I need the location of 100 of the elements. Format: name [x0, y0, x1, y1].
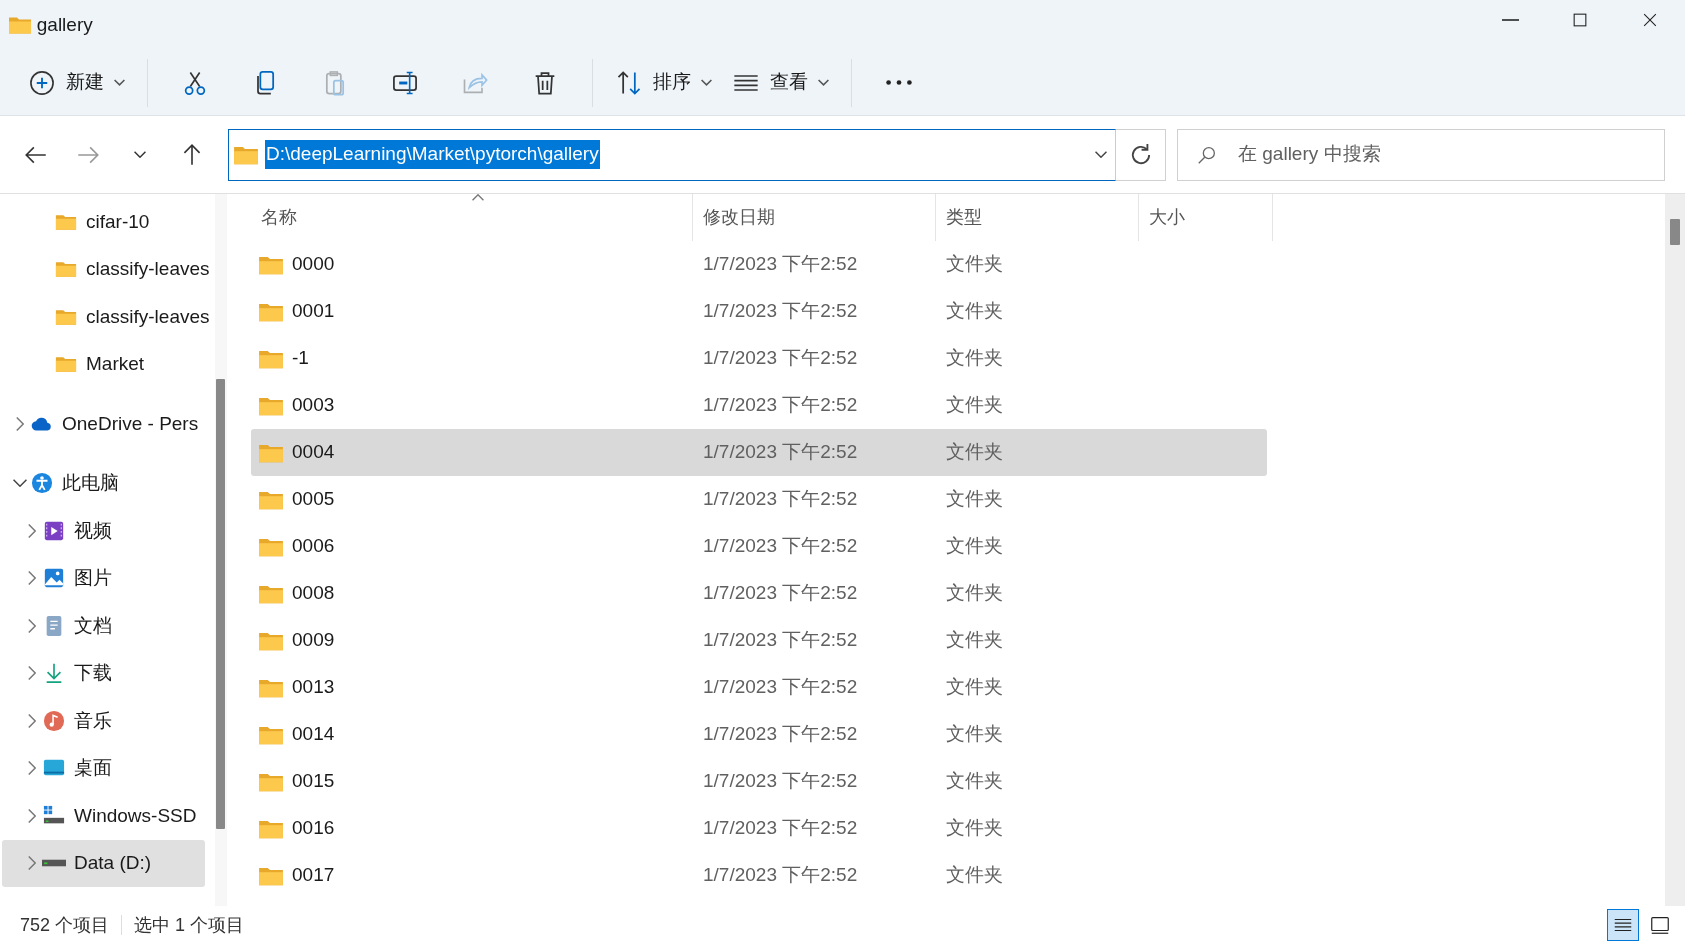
selection-count: 选中 1 个项目 — [134, 913, 245, 937]
chevron-right-icon — [28, 666, 36, 681]
item-count: 752 个项目 — [20, 913, 110, 937]
file-type: 文件夹 — [946, 582, 1003, 604]
file-row[interactable]: -1 1/7/2023 下午2:52 文件夹 — [251, 335, 1267, 382]
file-row[interactable]: 0008 1/7/2023 下午2:52 文件夹 — [251, 570, 1267, 617]
file-type: 文件夹 — [946, 300, 1003, 322]
file-row[interactable]: 0006 1/7/2023 下午2:52 文件夹 — [251, 523, 1267, 570]
sidebar-item[interactable]: 图片 — [2, 554, 205, 602]
view-button[interactable]: 查看 — [722, 60, 839, 105]
address-bar[interactable]: D:\deepLearning\Market\pytorch\gallery — [228, 128, 1116, 181]
sidebar-item[interactable]: 视频 — [2, 507, 205, 555]
video-icon — [42, 519, 66, 542]
file-name: 0016 — [292, 816, 335, 841]
file-name: 0015 — [292, 769, 335, 794]
plus-circle-icon — [28, 68, 56, 97]
file-type: 文件夹 — [946, 535, 1003, 557]
chevron-down-icon — [13, 479, 27, 488]
chevron-right-icon — [28, 523, 36, 538]
file-name: 0017 — [292, 863, 335, 888]
file-row[interactable]: 0003 1/7/2023 下午2:52 文件夹 — [251, 382, 1267, 429]
scrollbar-thumb[interactable] — [216, 379, 225, 829]
more-icon — [886, 80, 912, 85]
caret-icon — [701, 79, 712, 86]
sidebar-item[interactable]: Market — [2, 340, 205, 388]
scrollbar[interactable] — [1665, 194, 1685, 906]
modified-date: 1/7/2023 下午2:52 — [703, 817, 858, 839]
sidebar-item[interactable]: 桌面 — [2, 744, 205, 792]
scrollbar[interactable] — [215, 194, 227, 906]
sidebar-item[interactable]: 下载 — [2, 649, 205, 697]
file-name: 0006 — [292, 534, 335, 559]
picture-icon — [42, 567, 66, 590]
file-name: 0000 — [292, 252, 335, 277]
details-view-button[interactable] — [1606, 909, 1639, 941]
file-name: 0004 — [292, 440, 335, 465]
file-type: 文件夹 — [946, 441, 1003, 463]
sidebar-item[interactable]: OneDrive - Pers — [2, 400, 205, 448]
file-type: 文件夹 — [946, 347, 1003, 369]
sidebar-item[interactable]: Windows-SSD — [2, 792, 205, 840]
caret-icon — [114, 79, 125, 86]
sidebar-item[interactable]: 音乐 — [2, 697, 205, 745]
modified-date: 1/7/2023 下午2:52 — [703, 864, 858, 886]
person-badge-icon — [30, 472, 54, 495]
chevron-right-icon — [28, 713, 36, 728]
file-name: -1 — [292, 346, 309, 371]
file-type: 文件夹 — [946, 817, 1003, 839]
file-type: 文件夹 — [946, 770, 1003, 792]
file-row[interactable]: 0004 1/7/2023 下午2:52 文件夹 — [251, 429, 1267, 476]
modified-date: 1/7/2023 下午2:52 — [703, 394, 858, 416]
file-row[interactable]: 0015 1/7/2023 下午2:52 文件夹 — [251, 758, 1267, 805]
modified-date: 1/7/2023 下午2:52 — [703, 723, 858, 745]
caret-icon — [818, 79, 829, 86]
chevron-down-icon — [1095, 151, 1107, 158]
file-name: 0013 — [292, 675, 335, 700]
search-field[interactable]: 在 gallery 中搜索 — [1177, 128, 1665, 181]
column-header[interactable]: 大小 — [1139, 194, 1273, 241]
modified-date: 1/7/2023 下午2:52 — [703, 441, 858, 463]
file-row[interactable]: 0017 1/7/2023 下午2:52 文件夹 — [251, 852, 1267, 899]
search-input[interactable]: 在 gallery 中搜索 — [1236, 139, 1664, 170]
file-type: 文件夹 — [946, 629, 1003, 651]
file-row[interactable]: 0001 1/7/2023 下午2:52 文件夹 — [251, 288, 1267, 335]
file-row[interactable]: 0014 1/7/2023 下午2:52 文件夹 — [251, 711, 1267, 758]
file-row[interactable]: 0005 1/7/2023 下午2:52 文件夹 — [251, 476, 1267, 523]
file-row[interactable]: 0013 1/7/2023 下午2:52 文件夹 — [251, 664, 1267, 711]
file-name: 0008 — [292, 581, 335, 606]
modified-date: 1/7/2023 下午2:52 — [703, 629, 858, 651]
chevron-right-icon — [28, 618, 36, 633]
modified-date: 1/7/2023 下午2:52 — [703, 488, 858, 510]
sidebar-item[interactable]: 文档 — [2, 602, 205, 650]
refresh-button[interactable] — [1116, 128, 1166, 181]
file-row[interactable]: 0009 1/7/2023 下午2:52 文件夹 — [251, 617, 1267, 664]
file-name: 0014 — [292, 722, 335, 747]
window-title: gallery — [36, 12, 93, 37]
file-name: 0005 — [292, 487, 335, 512]
modified-date: 1/7/2023 下午2:52 — [703, 770, 858, 792]
modified-date: 1/7/2023 下午2:52 — [703, 300, 858, 322]
column-header[interactable]: 修改日期 — [693, 194, 936, 241]
chevron-right-icon — [28, 856, 36, 871]
file-row[interactable]: 0000 1/7/2023 下午2:52 文件夹 — [251, 241, 1267, 288]
chevron-down-icon — [134, 151, 146, 158]
file-type: 文件夹 — [946, 253, 1003, 275]
modified-date: 1/7/2023 下午2:52 — [703, 347, 858, 369]
sort-button[interactable]: 排序 — [605, 60, 722, 105]
file-name: 0003 — [292, 393, 335, 418]
file-name: 0001 — [292, 299, 335, 324]
column-header[interactable]: 名称 — [251, 194, 693, 241]
sidebar-item[interactable]: Data (D:) — [2, 839, 205, 887]
sidebar-item[interactable]: cifar-10 — [2, 198, 205, 246]
chevron-right-icon — [28, 571, 36, 586]
modified-date: 1/7/2023 下午2:52 — [703, 535, 858, 557]
minimize-icon — [1501, 18, 1519, 21]
file-type: 文件夹 — [946, 864, 1003, 886]
music-note-icon — [42, 709, 66, 732]
new-button[interactable]: 新建 — [18, 60, 135, 105]
file-row[interactable]: 0016 1/7/2023 下午2:52 文件夹 — [251, 805, 1267, 852]
sidebar-item[interactable]: 此电脑 — [2, 459, 205, 507]
column-header[interactable]: 类型 — [936, 194, 1139, 241]
scrollbar-thumb[interactable] — [1670, 219, 1680, 245]
file-type: 文件夹 — [946, 676, 1003, 698]
file-name: 0009 — [292, 628, 335, 653]
